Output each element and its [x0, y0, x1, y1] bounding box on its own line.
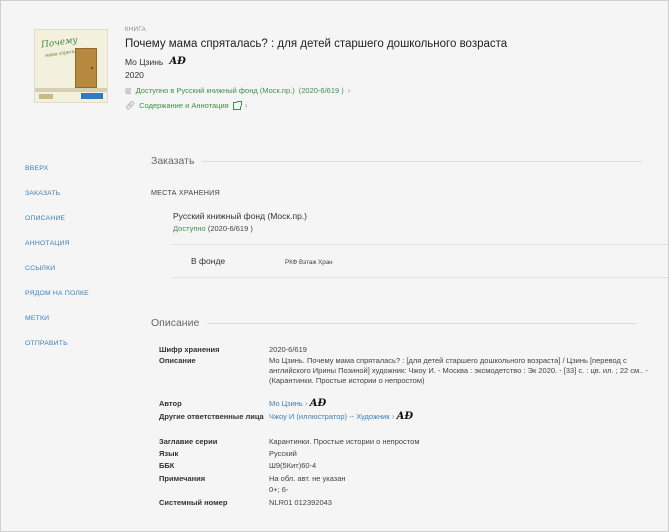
field-value: Мо Цзинь › AÐ [269, 398, 668, 409]
field-label: Автор [159, 399, 182, 408]
field-value: 2020-6/619 [269, 345, 307, 354]
field-label: Шифр хранения [159, 345, 220, 354]
availability-line: ▥ Доступно в Русский книжный фонд (Моск.… [125, 86, 350, 95]
nav-item-tags[interactable]: МЕТКИ [25, 315, 49, 322]
status-available: Доступно [173, 224, 206, 233]
book-cover-image[interactable]: Почему мама спряталась? [34, 29, 108, 103]
contributor-link[interactable]: Чжоу И (иллюстратор) -- Художник [269, 412, 390, 421]
contents-line: 🔗︎ Содержание и Аннотация › [125, 100, 248, 110]
cover-floor [35, 88, 107, 92]
field-label: Примечания [159, 474, 206, 483]
status-code: (2020-6/619 ) [207, 224, 253, 233]
field-value: Русский [269, 449, 297, 458]
field-value: Мо Цзинь. Почему мама спряталась? : [для… [269, 356, 648, 385]
field-label: Системный номер [159, 498, 228, 507]
availability-code[interactable]: (2020-6/619 ) [299, 86, 344, 95]
book-title: Почему мама спряталась? : для детей стар… [125, 38, 508, 50]
holding-row[interactable]: В фонде РКФ Вэтаж Хран [171, 244, 668, 278]
authority-ad-icon[interactable]: AÐ [310, 398, 327, 409]
field-label: Другие ответственные лица [159, 412, 264, 421]
link-icon: 🔗︎ [125, 101, 136, 110]
description-section-heading: Описание [151, 317, 638, 329]
nav-item-description[interactable]: ОПИСАНИЕ [25, 215, 65, 222]
doc-type-label: КНИГА [125, 27, 146, 33]
cover-series-mark [81, 93, 103, 99]
authority-ad-icon[interactable]: AÐ [169, 56, 186, 67]
availability-link[interactable]: Доступно в Русский книжный фонд (Моск.пр… [136, 86, 295, 95]
author-link[interactable]: Мо Цзинь [269, 399, 303, 408]
publication-year: 2020 [125, 70, 144, 80]
field-label: Описание [159, 356, 196, 365]
field-value: NLR01 012392043 [269, 498, 332, 507]
field-value: Ш9(5Кит)60-4 [269, 461, 317, 470]
field-value-extra: 0+; 6- [269, 485, 289, 494]
nav-item-send[interactable]: ОТПРАВИТЬ [25, 340, 68, 347]
chevron-right-icon: › [244, 101, 248, 110]
nav-item-nearby[interactable]: РЯДОМ НА ПОЛКЕ [25, 290, 89, 297]
field-label: ББК [159, 461, 175, 470]
order-section-heading: Заказать [151, 155, 643, 167]
cover-door-illustration [75, 48, 97, 88]
shelf-icon: ▥ [125, 87, 132, 95]
field-value: Чжоу И (иллюстратор) -- Художник › AÐ [269, 411, 668, 422]
fund-place: РКФ Вэтаж Хран [285, 259, 333, 266]
order-heading-text: Заказать [151, 155, 195, 167]
author-line: Мо Цзинь AÐ [125, 56, 186, 67]
field-value: На обл. авт. не указан [269, 474, 346, 483]
page-frame: Почему мама спряталась? КНИГА Почему мам… [0, 0, 669, 532]
location-name: Русский книжный фонд (Моск.пр.) [173, 211, 307, 221]
fund-label: В фонде [191, 256, 226, 266]
divider [202, 160, 643, 162]
nav-item-links[interactable]: ССЫЛКИ [25, 265, 55, 272]
field-value: Карантинки. Простые истории о непростом [269, 437, 420, 446]
location-status: Доступно (2020-6/619 ) [173, 224, 253, 233]
description-heading-text: Описание [151, 317, 200, 329]
nav-item-order[interactable]: ЗАКАЗАТЬ [25, 190, 60, 197]
storage-places-label: МЕСТА ХРАНЕНИЯ [151, 188, 220, 197]
field-label: Язык [159, 449, 179, 458]
external-link-icon[interactable] [232, 100, 242, 110]
contents-link[interactable]: Содержание и Аннотация [139, 101, 229, 110]
chevron-right-icon: › [347, 86, 351, 95]
nav-item-annotation[interactable]: АННОТАЦИЯ [25, 240, 70, 247]
authority-ad-icon[interactable]: AÐ [397, 411, 414, 422]
cover-publisher-mark [39, 94, 53, 99]
nav-item-top[interactable]: ВВЕРХ [25, 165, 48, 172]
divider [207, 322, 638, 324]
author-name[interactable]: Мо Цзинь [125, 57, 163, 67]
field-label: Заглавие серии [159, 437, 218, 446]
